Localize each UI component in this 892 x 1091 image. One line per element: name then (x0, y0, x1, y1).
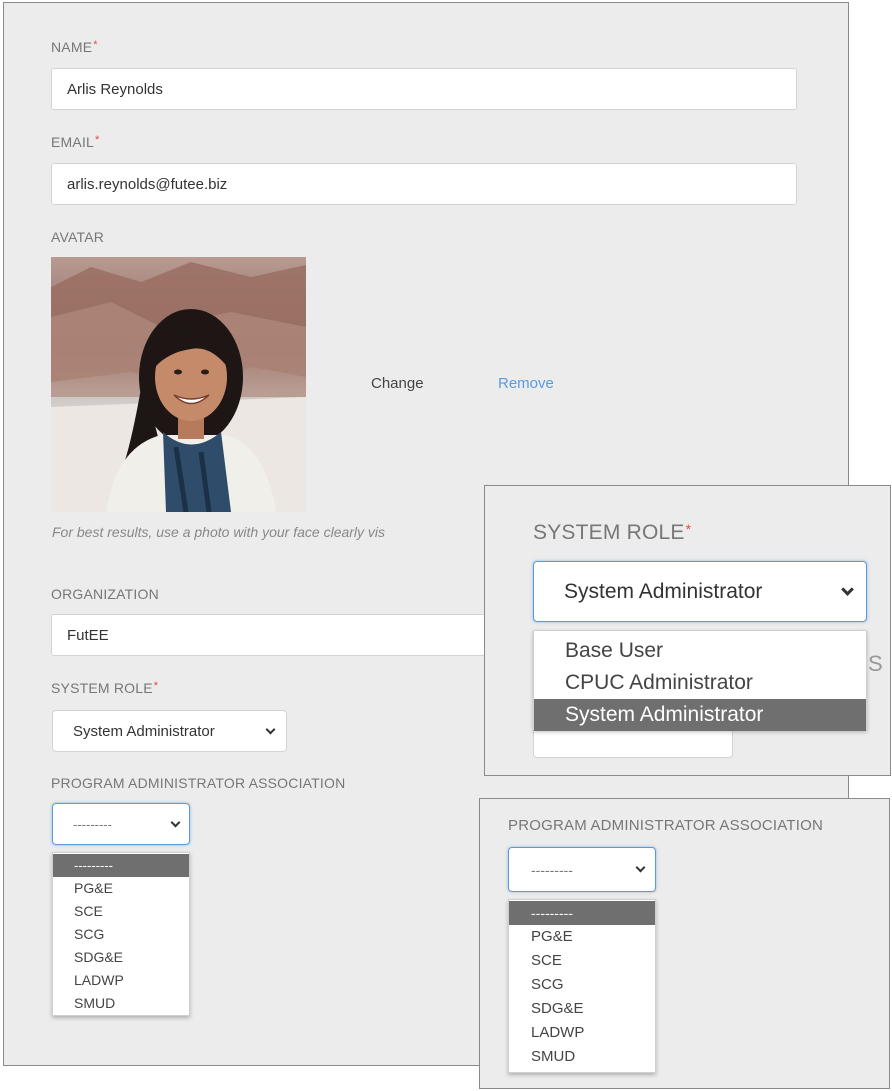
dropdown-option[interactable]: --------- (53, 854, 189, 877)
dropdown-option[interactable]: PG&E (509, 925, 655, 949)
program-admin-dropdown: --------- PG&E SCE SCG SDG&E LADWP SMUD (508, 899, 656, 1073)
program-admin-dropdown: --------- PG&E SCE SCG SDG&E LADWP SMUD (52, 852, 190, 1016)
chevron-down-icon (265, 724, 276, 734)
dropdown-option[interactable]: LADWP (53, 969, 189, 992)
dropdown-option[interactable]: SCE (53, 900, 189, 923)
dropdown-option[interactable]: SCG (53, 923, 189, 946)
program-admin-select[interactable]: --------- (52, 803, 190, 845)
dropdown-option[interactable]: SMUD (509, 1045, 655, 1069)
program-admin-label: PROGRAM ADMINISTRATOR ASSOCIATION (51, 775, 346, 791)
remove-avatar-link[interactable]: Remove (498, 375, 554, 392)
system-role-label: SYSTEM ROLE* (51, 680, 159, 696)
chevron-down-icon (635, 862, 646, 873)
chevron-down-icon (841, 583, 854, 596)
dropdown-option[interactable]: SDG&E (509, 997, 655, 1021)
organization-value: FutEE (67, 626, 109, 644)
chevron-down-icon (170, 817, 181, 827)
system-role-select[interactable]: System Administrator (533, 561, 867, 622)
avatar-portrait (51, 262, 306, 512)
dropdown-option[interactable]: SMUD (53, 992, 189, 1015)
required-marker: * (153, 680, 159, 692)
avatar-photo (51, 257, 306, 512)
dropdown-option[interactable]: LADWP (509, 1021, 655, 1045)
required-marker: * (685, 521, 692, 537)
avatar-label: AVATAR (51, 229, 105, 245)
avatar-hint: For best results, use a photo with your … (52, 524, 386, 540)
program-admin-zoom-callout: PROGRAM ADMINISTRATOR ASSOCIATION ------… (479, 798, 890, 1089)
program-admin-value: --------- (73, 816, 112, 832)
dropdown-option[interactable]: --------- (509, 901, 655, 925)
required-marker: * (95, 134, 100, 146)
dropdown-option[interactable]: PG&E (53, 877, 189, 900)
system-role-dropdown: Base User CPUC Administrator System Admi… (533, 630, 867, 731)
email-field[interactable]: arlis.reynolds@futee.biz (51, 163, 797, 205)
truncated-text: S (868, 651, 883, 676)
system-role-value: System Administrator (564, 579, 763, 603)
system-role-label: SYSTEM ROLE* (533, 521, 692, 544)
required-marker: * (93, 39, 98, 51)
email-label: EMAIL* (51, 134, 100, 150)
dropdown-option[interactable]: Base User (534, 635, 866, 667)
name-label: NAME* (51, 39, 98, 55)
dropdown-option[interactable]: SCG (509, 973, 655, 997)
change-avatar-button[interactable]: Change (371, 375, 424, 392)
name-field[interactable]: Arlis Reynolds (51, 68, 797, 110)
system-role-select[interactable]: System Administrator (52, 710, 287, 752)
name-value: Arlis Reynolds (67, 80, 163, 98)
dropdown-option[interactable]: SCE (509, 949, 655, 973)
system-role-zoom-callout: SYSTEM ROLE* System Administrator S Base… (484, 485, 891, 776)
program-admin-label: PROGRAM ADMINISTRATOR ASSOCIATION (508, 817, 823, 834)
program-admin-select[interactable]: --------- (508, 847, 656, 892)
organization-label: ORGANIZATION (51, 586, 159, 602)
system-role-value: System Administrator (73, 722, 215, 740)
dropdown-option[interactable]: CPUC Administrator (534, 667, 866, 699)
program-admin-value: --------- (531, 861, 573, 878)
dropdown-option[interactable]: SDG&E (53, 946, 189, 969)
dropdown-option[interactable]: System Administrator (534, 699, 866, 731)
email-value: arlis.reynolds@futee.biz (67, 175, 228, 193)
